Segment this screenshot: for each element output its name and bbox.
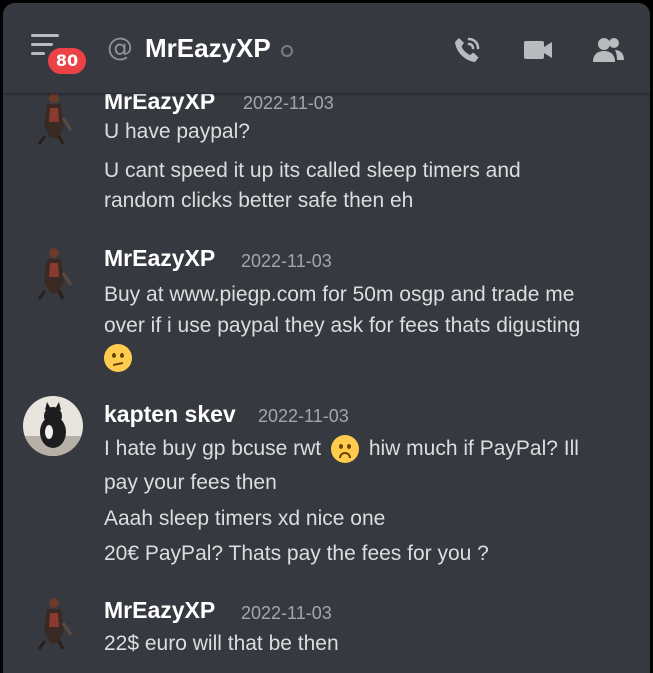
members-icon[interactable] bbox=[591, 33, 625, 67]
message-emoji-line bbox=[104, 343, 639, 373]
confused-face-icon bbox=[104, 344, 132, 373]
message-text: 22$ euro will that be then bbox=[104, 632, 339, 655]
message-text: Aaah sleep timers xd nice one bbox=[104, 507, 386, 530]
avatar[interactable] bbox=[23, 243, 83, 303]
message-text: 20€ PayPal? Thats pay the fees for you ? bbox=[104, 542, 489, 565]
message-text-part: hiw much if PayPal? Ill bbox=[368, 437, 579, 460]
avatar[interactable] bbox=[23, 396, 83, 456]
timestamp: 2022-11-03 bbox=[241, 251, 332, 271]
at-icon: @ bbox=[107, 33, 133, 63]
message-text-part: I hate buy gp bcuse rwt bbox=[104, 437, 322, 460]
message-text: Buy at www.piegp.com for 50m osgp and tr… bbox=[104, 283, 575, 306]
message-text: random clicks better safe then eh bbox=[104, 189, 414, 212]
channel-header: 80 @ MrEazyXP bbox=[3, 3, 650, 94]
avatar[interactable] bbox=[23, 88, 83, 148]
page-title: MrEazyXP bbox=[145, 33, 271, 63]
author-name[interactable]: MrEazyXP bbox=[104, 597, 215, 624]
frowning-face-icon bbox=[330, 435, 359, 464]
message-list[interactable]: MrEazyXP 2022-11-03 U have paypal? U can… bbox=[3, 88, 650, 673]
timestamp: 2022-11-03 bbox=[258, 406, 349, 426]
author-name[interactable]: kapten skev bbox=[104, 401, 236, 428]
status-icon bbox=[281, 45, 293, 57]
timestamp: 2022-11-03 bbox=[241, 603, 332, 623]
timestamp: 2022-11-03 bbox=[243, 93, 334, 113]
avatar[interactable] bbox=[23, 593, 83, 653]
message-text: U cant speed it up its called sleep time… bbox=[104, 159, 521, 182]
video-icon[interactable] bbox=[521, 33, 555, 67]
author-name[interactable]: MrEazyXP bbox=[104, 245, 215, 272]
dm-window: 80 @ MrEazyXP MrEazyXP 2022-11-03 U have… bbox=[3, 3, 650, 673]
message-text: over if i use paypal they ask for fees t… bbox=[104, 314, 581, 337]
unread-badge: 80 bbox=[45, 45, 89, 77]
message-text: pay your fees then bbox=[104, 471, 277, 494]
call-icon[interactable] bbox=[450, 33, 484, 67]
message-text: U have paypal? bbox=[104, 120, 250, 143]
message-text: I hate buy gp bcuse rwt hiw much if PayP… bbox=[104, 434, 639, 464]
